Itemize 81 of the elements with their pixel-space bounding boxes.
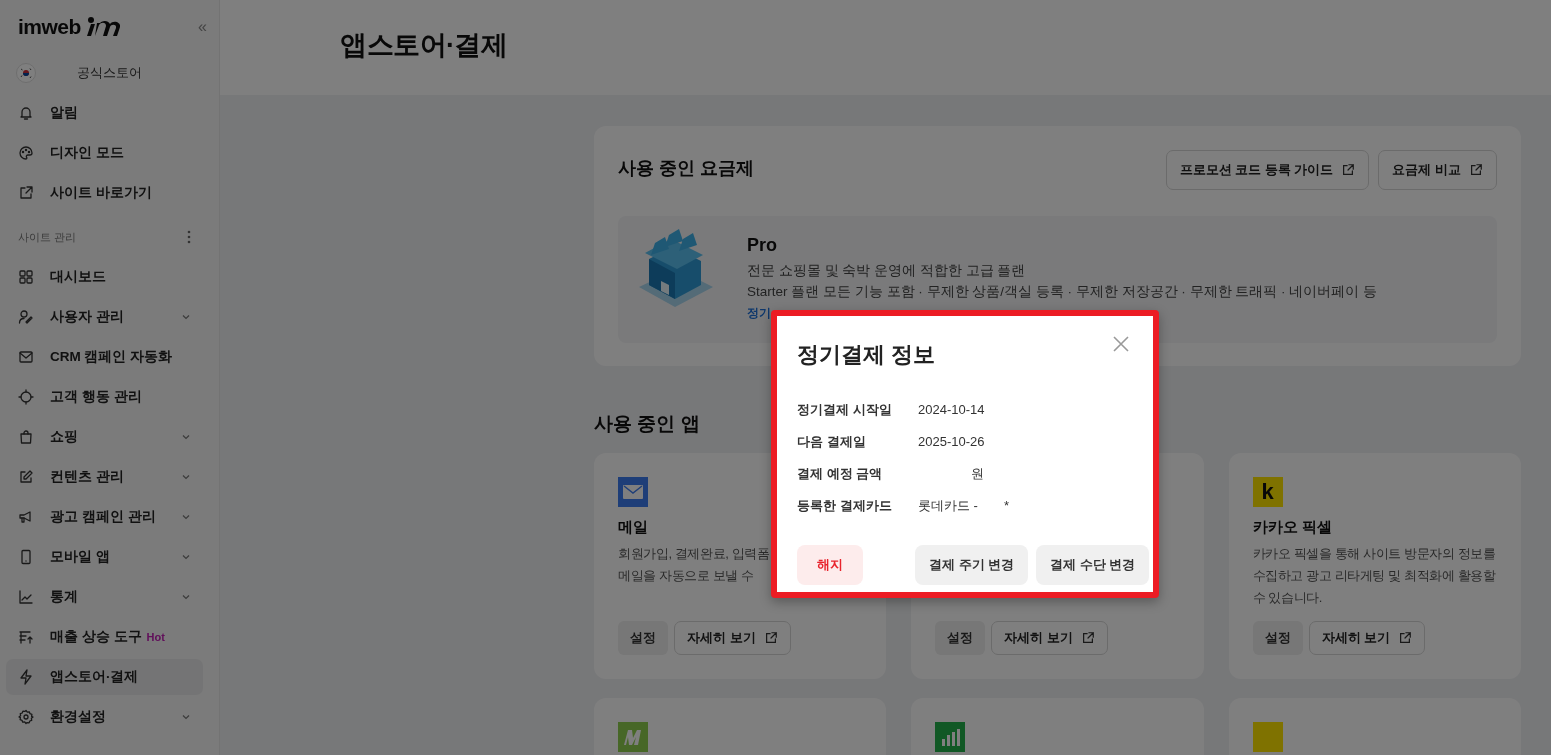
mail-icon (18, 349, 34, 365)
sidebar-item[interactable]: 매출 상승 도구 Hot (6, 617, 203, 657)
site-name[interactable]: 공식스토어 (36, 64, 183, 82)
lightning-icon (18, 669, 34, 685)
cancel-subscription-button[interactable]: 해지 (797, 545, 863, 585)
list-arrow-icon (18, 629, 34, 645)
grid-icon (18, 269, 34, 285)
change-button[interactable]: 결제 주기 변경 (915, 545, 1029, 585)
field-label: 결제 예정 금액 (797, 465, 884, 483)
flag-icon (16, 63, 36, 83)
guide-link-button[interactable]: 요금제 비교 (1378, 150, 1497, 190)
chart-icon (18, 589, 34, 605)
app-description: 수 있습니다. (1252, 589, 1324, 607)
shopping-bag-icon (18, 429, 34, 445)
sidebar-item[interactable]: 통계 (6, 577, 203, 617)
plan-name: Pro (747, 235, 778, 256)
gear-icon (18, 709, 34, 725)
date-value: 2024-10-14 (918, 401, 985, 419)
sidebar-item[interactable]: 디자인 모드 (6, 133, 203, 173)
card-value: 롯데카드 - (918, 497, 978, 515)
mobile-icon (18, 549, 34, 565)
sidebar-item[interactable]: 고객 행동 관리 (6, 377, 203, 417)
palette-icon (18, 145, 34, 161)
date-value: 2025-10-26 (918, 433, 985, 451)
sidebar-item[interactable]: 컨텐츠 관리 (6, 457, 203, 497)
section-title: 사이트 관리 (18, 229, 77, 245)
details-button[interactable]: 자세히 보기 (1308, 621, 1426, 655)
sidebar-item[interactable]: 쇼핑 (6, 417, 203, 457)
external-link-icon (1398, 631, 1413, 645)
external-link-icon (1469, 163, 1483, 177)
more-icon[interactable] (187, 230, 191, 244)
masked-value: * (1003, 497, 1009, 515)
settings-button[interactable]: 설정 (1252, 621, 1303, 655)
change-button[interactable]: 결제 수단 변경 (1036, 545, 1150, 585)
sidebar-item[interactable]: CRM 캠페인 자동화 (6, 337, 203, 377)
sidebar-item[interactable]: 광고 캠페인 관리 (6, 497, 203, 537)
hot-label: Hot (146, 631, 165, 643)
sidebar-item[interactable]: 대시보드 (6, 257, 203, 297)
section-title: 사용 중인 요금제 (618, 157, 754, 180)
app-logo-icon (1252, 722, 1283, 752)
user-edit-icon (18, 309, 34, 325)
external-link-icon (1080, 631, 1095, 645)
modal-title: 정기결제 정보 (797, 341, 936, 369)
field-label: 등록한 결제카드 (797, 497, 893, 515)
field-label: 다음 결제일 (797, 433, 867, 451)
mail-logo-icon (618, 477, 648, 507)
logo-mark-icon (84, 16, 123, 38)
app-description: 수집하고 광고 리타게팅 및 최적화에 활용할 (1252, 567, 1497, 585)
close-icon (1113, 336, 1129, 352)
settings-button[interactable]: 설정 (935, 621, 986, 655)
megaphone-icon (18, 509, 34, 525)
external-link-icon (1341, 163, 1356, 177)
sidebar-item[interactable]: 환경설정 (6, 697, 203, 737)
plan-description: 전문 쇼핑몰 및 숙박 운영에 적합한 고급 플랜 (747, 262, 1027, 280)
sidebar-item[interactable]: 사이트 바로가기 (6, 173, 203, 213)
m-logo-icon (618, 722, 648, 752)
app-title: 카카오 픽셀 (1252, 518, 1333, 537)
external-link-icon (18, 185, 34, 201)
app-title: 메일 (618, 518, 649, 537)
app-logo-icon: k (1252, 477, 1283, 507)
details-button[interactable]: 자세히 보기 (674, 621, 791, 655)
guide-link-button[interactable]: 프로모션 코드 등록 가이드 (1165, 150, 1370, 190)
bar-chart-logo-icon (935, 722, 966, 752)
app-description: 카카오 픽셀을 통해 사이트 방문자의 정보를 (1252, 545, 1497, 563)
collapse-button[interactable]: « (198, 18, 207, 36)
sidebar-item[interactable]: 알림 (6, 93, 203, 133)
field-label: 정기결제 시작일 (797, 401, 893, 419)
edit-icon (18, 469, 34, 485)
details-button[interactable]: 자세히 보기 (991, 621, 1108, 655)
plan-features: Starter 플랜 모든 기능 포함 · 무제한 상품/객실 등록 · 무제한 저장공간 · 무제한 트래픽 · 네이버페이 등 (747, 283, 1377, 301)
settings-button[interactable]: 설정 (618, 621, 668, 655)
sidebar-item[interactable]: 모바일 앱 (6, 537, 203, 577)
section-title: 사용 중인 앱 (594, 412, 701, 436)
sidebar-item[interactable]: 사용자 관리 (6, 297, 203, 337)
external-link-icon (763, 631, 778, 645)
logo: imweb (18, 15, 81, 39)
amount-value: 원 (971, 465, 984, 483)
page-title: 앱스토어·결제 (340, 28, 508, 62)
bell-icon (18, 105, 34, 121)
target-icon (18, 389, 34, 405)
sidebar-item[interactable]: 앱스토어·결제 (6, 659, 203, 695)
